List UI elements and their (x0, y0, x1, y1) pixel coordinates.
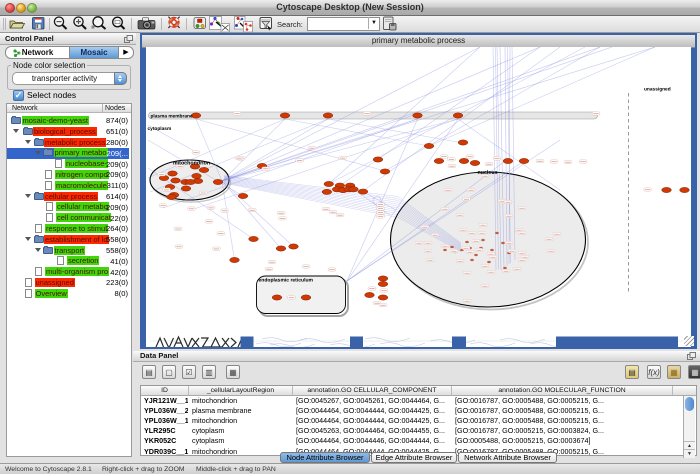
svg-text:nucleus: nucleus (478, 170, 498, 176)
svg-text:cytoplasm: cytoplasm (148, 126, 172, 132)
svg-text:mitochondrion: mitochondrion (173, 161, 210, 167)
svg-text:endoplasmic reticulum: endoplasmic reticulum (259, 278, 314, 284)
svg-text:unassigned: unassigned (644, 87, 671, 93)
svg-text:plasma membrane: plasma membrane (151, 114, 193, 120)
